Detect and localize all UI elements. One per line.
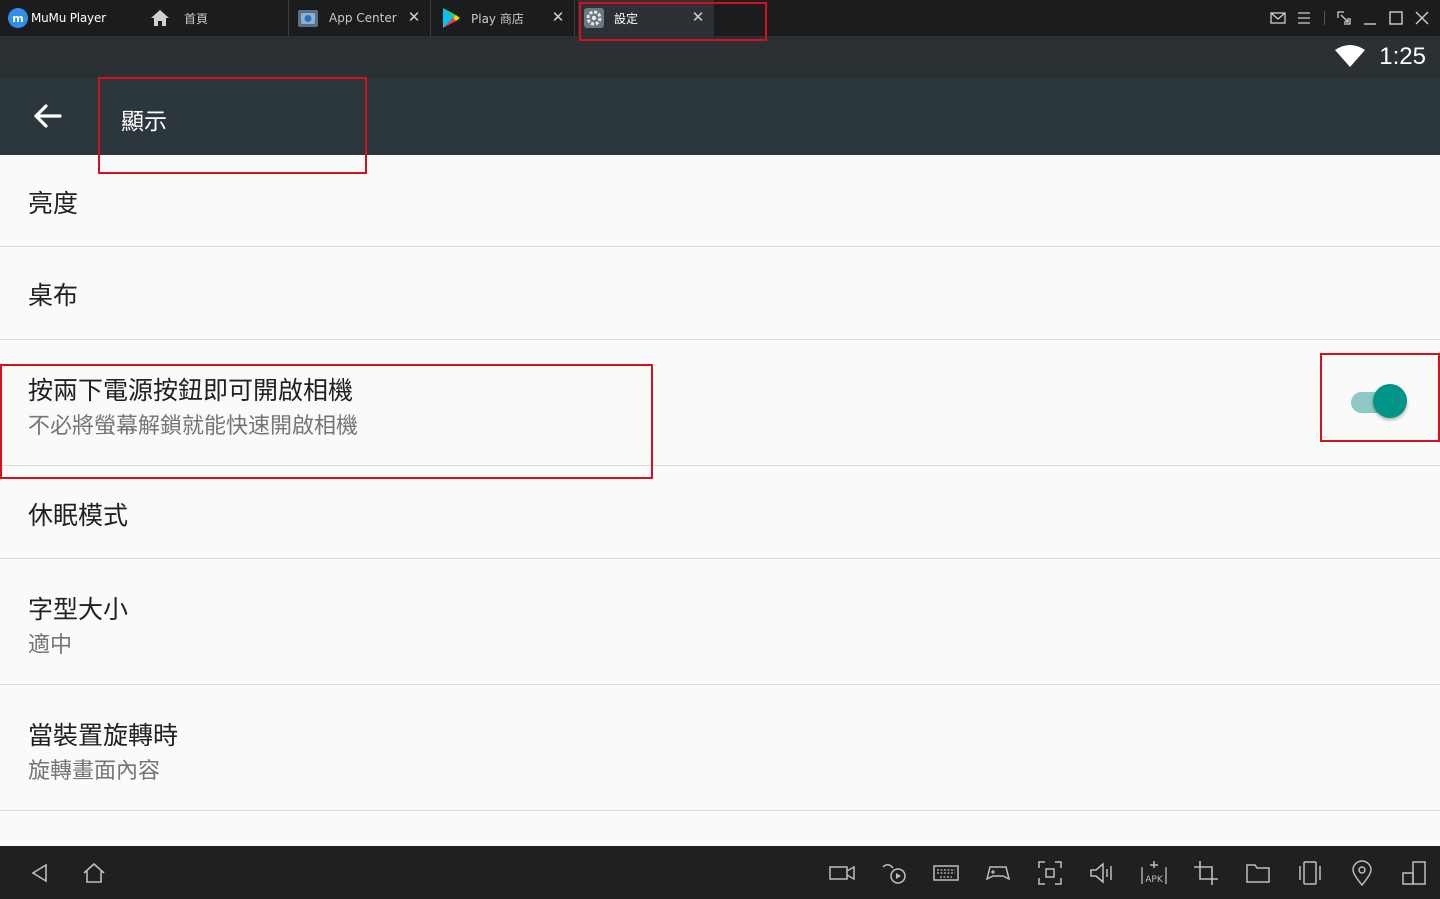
setting-title: 當裝置旋轉時 [28, 721, 179, 750]
setting-title: 休眠模式 [28, 501, 129, 530]
video-record-icon[interactable] [828, 859, 856, 887]
status-bar: 1:25 [0, 36, 1440, 78]
mumu-logo-icon: m [8, 8, 28, 28]
multi-window-icon[interactable] [1400, 859, 1428, 887]
back-arrow-icon[interactable] [30, 98, 66, 134]
tab-label: 首頁 [184, 11, 209, 26]
close-window-icon[interactable] [1413, 9, 1431, 27]
shake-icon[interactable] [1296, 859, 1324, 887]
home-icon [151, 10, 169, 26]
mail-icon[interactable] [1269, 9, 1287, 27]
tab-play-store[interactable]: Play 商店 ✕ [431, 0, 574, 36]
app-bar: 顯示 [0, 78, 1440, 155]
camera-toggle-switch[interactable] [1349, 382, 1409, 422]
setting-subtitle: 適中 [28, 633, 73, 658]
minimize-icon[interactable] [1361, 9, 1379, 27]
title-bar: m MuMu Player 首頁 App Center ✕ Play 商店 ✕ [0, 0, 1440, 36]
crop-icon[interactable] [1192, 859, 1220, 887]
setting-rotation[interactable]: 當裝置旋轉時 旋轉畫面內容 [0, 685, 1440, 811]
tab-app-center[interactable]: App Center ✕ [289, 0, 430, 36]
tab-settings[interactable]: 設定 ✕ [578, 0, 714, 36]
tab-home[interactable]: 首頁 [150, 0, 288, 36]
maximize-icon[interactable] [1387, 9, 1405, 27]
tab-divider [574, 0, 575, 36]
tab-label: App Center [329, 11, 397, 25]
app-name: MuMu Player [31, 11, 106, 25]
gamepad-icon[interactable] [984, 859, 1012, 887]
page-title: 顯示 [121, 109, 167, 135]
close-icon[interactable]: ✕ [550, 9, 566, 25]
close-icon[interactable]: ✕ [690, 9, 706, 25]
status-clock: 1:25 [1379, 43, 1426, 70]
wifi-icon [1335, 45, 1365, 67]
nav-back-icon[interactable] [26, 859, 54, 887]
divider [1324, 11, 1325, 25]
folder-icon[interactable] [1244, 859, 1272, 887]
bottom-toolbar: APK [0, 846, 1440, 899]
close-icon[interactable]: ✕ [406, 9, 422, 25]
setting-wallpaper[interactable]: 桌布 [0, 247, 1440, 340]
restore-layout-icon[interactable] [1335, 9, 1353, 27]
setting-brightness[interactable]: 亮度 [0, 155, 1440, 247]
install-apk-icon[interactable]: APK [1140, 859, 1168, 887]
tab-label: Play 商店 [471, 11, 524, 26]
nav-home-icon[interactable] [80, 859, 108, 887]
menu-icon[interactable] [1295, 9, 1313, 27]
toggle-thumb [1373, 384, 1407, 418]
mumu-logo: m MuMu Player [8, 7, 106, 29]
tab-label: 設定 [614, 11, 639, 26]
macro-icon[interactable] [880, 859, 908, 887]
setting-title: 桌布 [28, 281, 79, 310]
app-center-icon [298, 10, 318, 27]
setting-sleep[interactable]: 休眠模式 [0, 466, 1440, 559]
setting-next-partial[interactable] [0, 811, 1440, 846]
setting-title: 按兩下電源按鈕即可開啟相機 [28, 376, 354, 405]
keyboard-icon[interactable] [932, 859, 960, 887]
volume-icon[interactable] [1088, 859, 1116, 887]
play-store-icon [443, 8, 460, 28]
setting-subtitle: 不必將螢幕解鎖就能快速開啟相機 [28, 414, 359, 439]
svg-text:APK: APK [1145, 875, 1164, 885]
screenshot-icon[interactable] [1036, 859, 1064, 887]
location-icon[interactable] [1348, 859, 1376, 887]
setting-double-press-camera[interactable]: 按兩下電源按鈕即可開啟相機 不必將螢幕解鎖就能快速開啟相機 [0, 340, 1440, 466]
settings-gear-icon [584, 8, 604, 28]
settings-list: 亮度 桌布 按兩下電源按鈕即可開啟相機 不必將螢幕解鎖就能快速開啟相機 休眠模式… [0, 155, 1440, 846]
setting-title: 亮度 [28, 189, 79, 218]
setting-title: 字型大小 [28, 595, 129, 624]
setting-subtitle: 旋轉畫面內容 [28, 759, 161, 784]
setting-font-size[interactable]: 字型大小 適中 [0, 559, 1440, 685]
